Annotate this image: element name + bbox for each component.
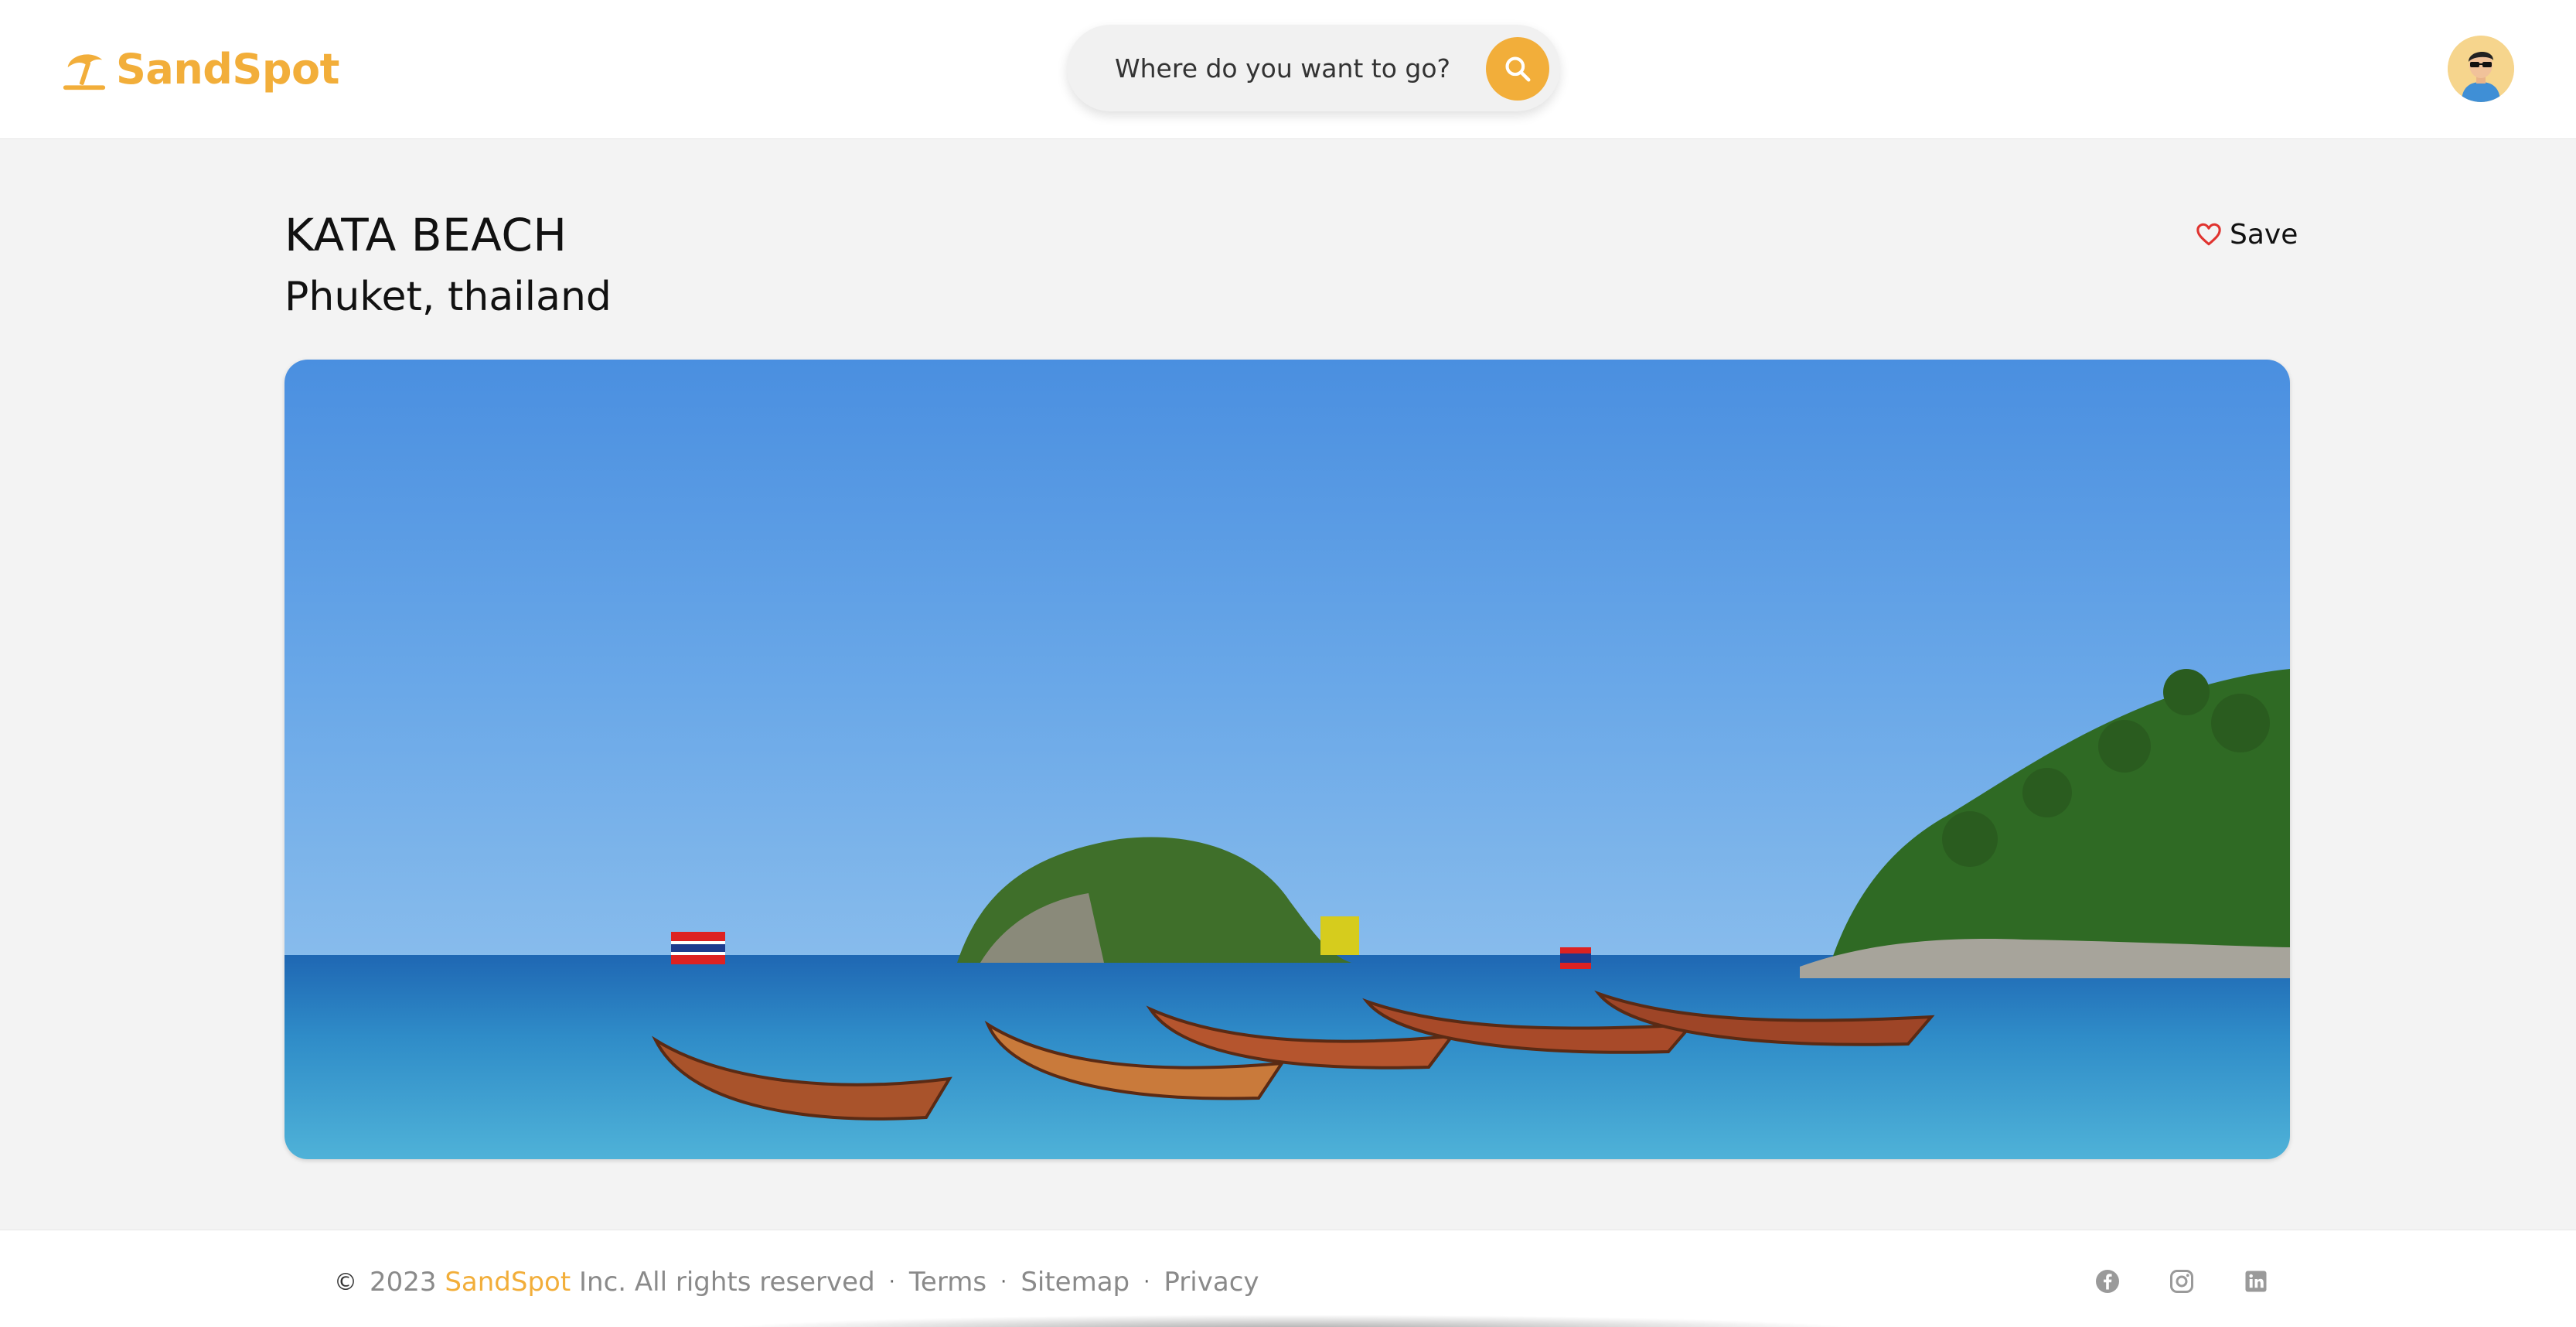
footer-copyright: © 2023 SandSpot Inc. All rights reserved… xyxy=(334,1263,1259,1301)
copyright-symbol: © xyxy=(334,1268,357,1296)
search-button[interactable] xyxy=(1486,37,1549,101)
footer-brand: SandSpot xyxy=(445,1267,571,1298)
place-location: Phuket, thailand xyxy=(285,274,612,320)
top-header: SandSpot xyxy=(0,0,2576,139)
separator: · xyxy=(1143,1271,1150,1294)
place-title: KATA BEACH xyxy=(285,209,567,261)
separator: · xyxy=(1000,1271,1007,1294)
copyright-year: 2023 xyxy=(370,1267,437,1298)
linkedin-icon[interactable] xyxy=(2242,1267,2270,1295)
search-icon xyxy=(1505,56,1531,82)
beach-photo xyxy=(285,360,2290,1159)
search-bar[interactable] xyxy=(1067,25,1560,111)
heart-icon xyxy=(2196,223,2221,246)
separator: · xyxy=(888,1271,895,1294)
search-input[interactable] xyxy=(1115,53,1455,84)
beach-umbrella-icon xyxy=(63,54,106,90)
footer: © 2023 SandSpot Inc. All rights reserved… xyxy=(0,1230,2576,1327)
footer-link-terms[interactable]: Terms xyxy=(909,1267,986,1298)
footer-link-privacy[interactable]: Privacy xyxy=(1164,1267,1259,1298)
save-label: Save xyxy=(2230,218,2298,251)
logo-text: SandSpot xyxy=(116,44,339,94)
avatar-illustration xyxy=(2448,36,2514,102)
footer-link-sitemap[interactable]: Sitemap xyxy=(1021,1267,1130,1298)
footer-rights: Inc. All rights reserved xyxy=(579,1267,875,1298)
hero-image xyxy=(285,360,2290,1159)
facebook-icon[interactable] xyxy=(2094,1267,2121,1295)
logo[interactable]: SandSpot xyxy=(60,42,339,96)
user-avatar[interactable] xyxy=(2448,36,2514,102)
instagram-icon[interactable] xyxy=(2168,1267,2196,1295)
save-button[interactable]: Save xyxy=(2196,215,2298,254)
